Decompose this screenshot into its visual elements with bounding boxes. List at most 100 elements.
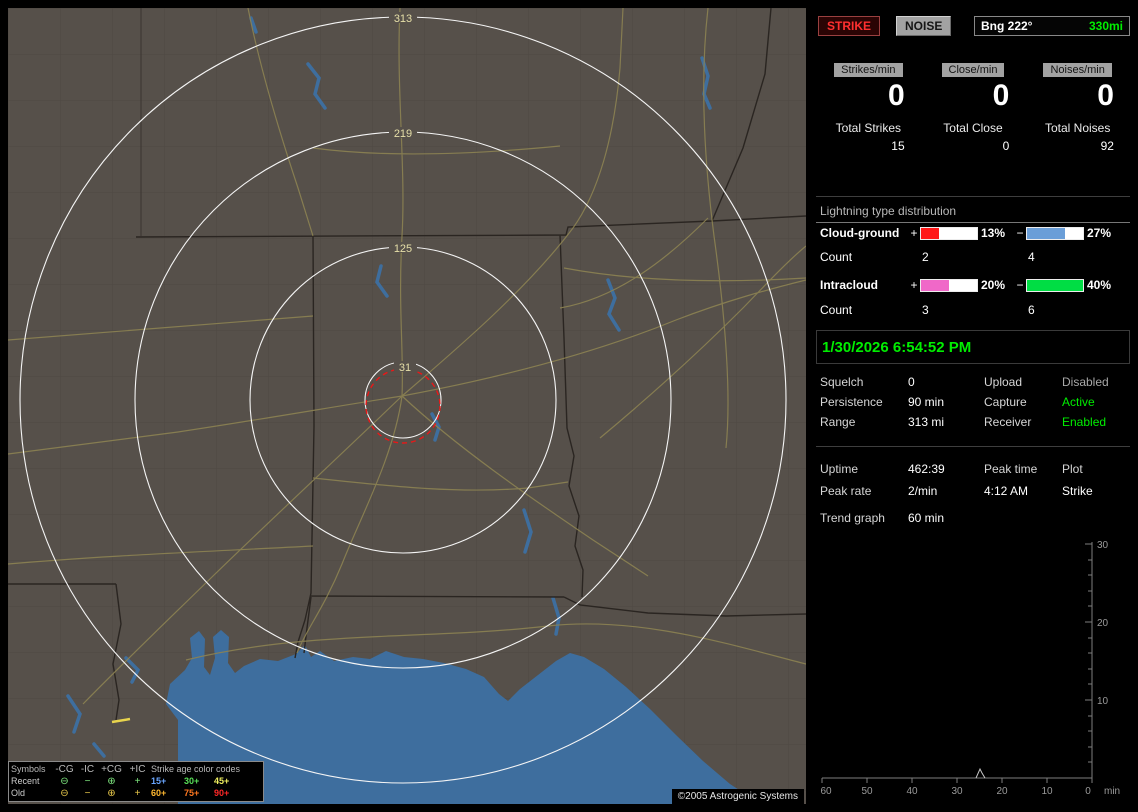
age-60-label: 60+: [151, 788, 167, 798]
ic-pos-count: 3: [922, 303, 929, 317]
strike-mode-button[interactable]: STRIKE: [818, 16, 881, 36]
timestamp-value: 1/30/2026 6:54:52 PM: [822, 338, 972, 356]
x-axis-unit: min: [1104, 786, 1120, 797]
y-tick-10: 10: [1097, 696, 1109, 707]
divider: [816, 446, 1130, 447]
ic-neg-bar: [1026, 278, 1084, 292]
cg-pos-recent-icon: ⊕: [107, 775, 116, 787]
persistence-value: 90 min: [908, 395, 945, 409]
session-stats: Uptime 462:39 Peak time Plot Peak rate 2…: [816, 458, 1130, 502]
ring-label-31: 31: [399, 362, 411, 374]
cg-pos-bar-fill: [921, 227, 940, 239]
x-tick-50: 50: [861, 786, 873, 797]
total-close-label: Total Close: [943, 121, 1003, 135]
x-tick-60: 60: [820, 786, 832, 797]
x-tick-0: 0: [1085, 786, 1091, 797]
bearing-value: Bng 222°: [981, 19, 1033, 33]
plus-sign: +: [910, 278, 918, 292]
cg-neg-recent-icon: ⊖: [60, 775, 69, 787]
copyright-text: ©2005 Astrogenic Systems: [671, 789, 804, 804]
ic-pos-pct: 20%: [981, 278, 1006, 292]
x-tick-30: 30: [951, 786, 963, 797]
trend-axes: [821, 542, 1093, 783]
squelch-label: Squelch: [820, 375, 864, 389]
range-label: Range: [820, 415, 856, 429]
intracloud-label: Intracloud: [820, 278, 879, 292]
minus-sign: −: [1016, 278, 1024, 292]
legend-col-ic-pos: +IC: [129, 763, 146, 775]
cg-neg-bar-fill: [1027, 227, 1066, 239]
range-value: 313 mi: [908, 415, 945, 429]
legend-col-ic-neg: -IC: [80, 763, 95, 775]
legend-age-title: Strike age color codes: [151, 764, 241, 774]
ic-neg-old-icon: −: [84, 787, 91, 799]
cloud-ground-row: Cloud-ground + 13% − 27%: [816, 226, 1130, 240]
legend-recent-label: Recent: [11, 776, 40, 786]
cg-neg-count: 4: [1028, 250, 1035, 264]
peak-time-value: 4:12 AM: [984, 484, 1029, 498]
ic-pos-bar-fill: [921, 279, 949, 291]
x-tick-40: 40: [906, 786, 918, 797]
cg-pos-pct: 13%: [981, 226, 1006, 240]
trend-window-value: 60 min: [908, 511, 945, 525]
ring-label-219: 219: [394, 128, 412, 140]
control-panel: STRIKE NOISE Bng 222° 330mi Strikes/min …: [816, 8, 1130, 804]
age-45-label: 45+: [214, 776, 230, 786]
total-close-value: 0: [1002, 139, 1010, 153]
total-strikes-value: 15: [891, 139, 905, 153]
mode-row: STRIKE NOISE Bng 222° 330mi: [818, 16, 1130, 36]
cloud-ground-count-row: Count 2 4: [816, 250, 1130, 264]
age-15-label: 15+: [151, 776, 167, 786]
persistence-label: Persistence: [820, 395, 883, 409]
peak-rate-value: 2/min: [908, 484, 938, 498]
receiver-settings: Squelch 0 Upload Disabled Persistence 90…: [816, 372, 1130, 432]
uptime-label: Uptime: [820, 462, 859, 476]
trend-spike: [975, 767, 986, 779]
minus-sign: −: [1016, 226, 1024, 240]
lightning-map[interactable]: 313 219 125 31 Symbols -CG -IC +CG +IC S…: [8, 8, 806, 804]
cloud-ground-label: Cloud-ground: [820, 226, 900, 240]
capture-status: Active: [1062, 395, 1095, 409]
distribution-title: Lightning type distribution: [816, 204, 1130, 223]
plot-value: Strike: [1062, 484, 1093, 498]
legend-col-cg-neg: -CG: [55, 763, 74, 775]
divider: [816, 196, 1130, 197]
uptime-value: 462:39: [908, 462, 945, 476]
plot-label: Plot: [1062, 462, 1083, 476]
total-noises-label: Total Noises: [1044, 121, 1111, 135]
intracloud-count-row: Count 3 6: [816, 303, 1130, 317]
close-per-min-badge: Close/min: [941, 63, 1005, 77]
cg-neg-old-icon: ⊖: [60, 787, 69, 799]
y-tick-20: 20: [1097, 618, 1109, 629]
noises-per-min-badge: Noises/min: [1043, 63, 1112, 77]
close-per-min-value: 0: [992, 79, 1010, 112]
x-tick-10: 10: [1041, 786, 1053, 797]
squelch-value: 0: [908, 375, 915, 389]
ic-neg-recent-icon: −: [84, 775, 91, 787]
system-clock: 1/30/2026 6:54:52 PM: [816, 330, 1130, 364]
noise-mode-button[interactable]: NOISE: [896, 16, 952, 36]
strikes-per-min-badge: Strikes/min: [834, 63, 903, 77]
count-label: Count: [820, 250, 853, 264]
total-noises-value: 92: [1100, 139, 1114, 153]
ic-neg-bar-fill: [1027, 279, 1083, 291]
y-tick-30: 30: [1097, 540, 1109, 551]
cg-pos-old-icon: ⊕: [107, 787, 116, 799]
age-90-label: 90+: [214, 788, 230, 798]
strikes-per-min-value: 0: [887, 79, 905, 112]
total-strikes-label: Total Strikes: [835, 121, 901, 135]
cg-pos-bar: [920, 226, 978, 240]
intracloud-row: Intracloud + 20% − 40%: [816, 278, 1130, 292]
ic-pos-bar: [920, 278, 978, 292]
legend-symbols-header: Symbols: [11, 764, 46, 774]
cg-neg-pct: 27%: [1087, 226, 1112, 240]
trend-graph-label: Trend graph: [820, 511, 885, 525]
upload-status: Disabled: [1062, 375, 1109, 389]
noises-per-min-value: 0: [1097, 79, 1114, 112]
x-tick-20: 20: [996, 786, 1008, 797]
cg-neg-bar: [1026, 226, 1084, 240]
trend-graph-header: Trend graph 60 min: [816, 511, 1130, 525]
receiver-status: Enabled: [1062, 415, 1107, 429]
bearing-display: Bng 222° 330mi: [974, 16, 1130, 36]
legend-col-cg-pos: +CG: [101, 763, 122, 775]
